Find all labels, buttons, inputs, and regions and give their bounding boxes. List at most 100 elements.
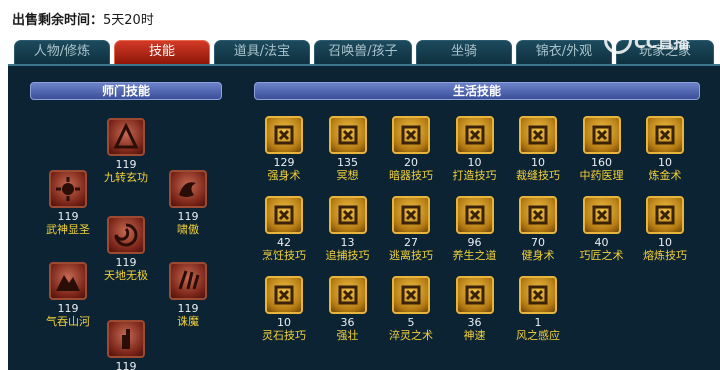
skill-level: 10 bbox=[658, 156, 672, 169]
herb-icon bbox=[582, 116, 621, 154]
skill-level: 36 bbox=[467, 316, 482, 329]
school-skill[interactable]: 119 bbox=[98, 320, 154, 370]
life-skill[interactable]: 96 养生之道 bbox=[447, 196, 503, 263]
skill-level: 36 bbox=[340, 316, 355, 329]
skill-level: 10 bbox=[531, 156, 545, 169]
life-skill[interactable]: 1 风之感应 bbox=[510, 276, 566, 343]
skill-level: 160 bbox=[591, 156, 612, 169]
skill-name: 武神显圣 bbox=[46, 223, 90, 236]
skill-name: 健身术 bbox=[521, 249, 555, 262]
skill-level: 119 bbox=[57, 210, 79, 223]
skill-name: 强壮 bbox=[336, 329, 359, 342]
swirl-icon bbox=[107, 216, 145, 254]
mountain-icon bbox=[49, 262, 87, 300]
skill-name: 熔炼技巧 bbox=[643, 249, 687, 262]
skill-name: 淬灵之术 bbox=[389, 329, 433, 342]
claw-icon bbox=[169, 262, 207, 300]
skill-level: 119 bbox=[57, 302, 79, 315]
life-skill[interactable]: 42 烹饪技巧 bbox=[256, 196, 312, 263]
dragon-icon bbox=[169, 170, 207, 208]
tab-items[interactable]: 道具/法宝 bbox=[214, 40, 310, 64]
chain-icon bbox=[328, 196, 367, 234]
life-skill[interactable]: 10 熔炼技巧 bbox=[637, 196, 693, 263]
pot-icon bbox=[265, 196, 303, 234]
skill-level: 1 bbox=[534, 316, 542, 329]
life-skill[interactable]: 70 健身术 bbox=[510, 196, 566, 263]
school-skill[interactable]: 119 啸傲 bbox=[160, 170, 216, 237]
skill-name: 风之感应 bbox=[516, 329, 560, 342]
scissors-icon bbox=[519, 116, 557, 154]
life-skill[interactable]: 36 强壮 bbox=[320, 276, 376, 343]
tab-pets[interactable]: 召唤兽/孩子 bbox=[314, 40, 412, 64]
tab-skills[interactable]: 技能 bbox=[114, 40, 210, 64]
skill-level: 96 bbox=[467, 236, 482, 249]
skill-level: 13 bbox=[340, 236, 355, 249]
meditate-icon bbox=[328, 116, 367, 154]
life-skill[interactable]: 10 裁缝技巧 bbox=[510, 116, 566, 183]
skill-level: 27 bbox=[404, 236, 418, 249]
strong-icon bbox=[328, 276, 367, 314]
school-skill[interactable]: 119 武神显圣 bbox=[40, 170, 96, 237]
skill-name: 养生之道 bbox=[452, 249, 497, 262]
school-skill[interactable]: 119 气吞山河 bbox=[40, 262, 96, 329]
school-skill[interactable]: 119 诛魔 bbox=[160, 262, 216, 329]
speed-icon bbox=[455, 276, 494, 314]
skill-level: 119 bbox=[177, 302, 199, 315]
life-skill[interactable]: 5 淬灵之术 bbox=[383, 276, 439, 343]
skill-level: 10 bbox=[467, 156, 482, 169]
skill-level: 119 bbox=[115, 158, 137, 171]
life-skill[interactable]: 129 强身术 bbox=[256, 116, 312, 183]
skill-name: 烹饪技巧 bbox=[262, 249, 306, 262]
skill-name: 九转玄功 bbox=[104, 171, 148, 184]
skill-level: 10 bbox=[277, 316, 291, 329]
sale-time-label: 出售剩余时间： bbox=[12, 13, 104, 28]
life-skill[interactable]: 135 冥想 bbox=[320, 116, 376, 183]
tab-appearance[interactable]: 锦衣/外观 bbox=[516, 40, 612, 64]
fitness-icon bbox=[519, 196, 557, 234]
life-skill[interactable]: 27 逃离技巧 bbox=[383, 196, 439, 263]
dart-icon bbox=[392, 116, 430, 154]
furnace-icon bbox=[646, 196, 684, 234]
life-skill[interactable]: 40 巧匠之术 bbox=[574, 196, 630, 263]
school-skill[interactable]: 119 天地无极 bbox=[98, 216, 154, 283]
skill-name: 强身术 bbox=[267, 169, 301, 182]
skill-name: 诛魔 bbox=[177, 315, 199, 328]
tab-mounts[interactable]: 坐骑 bbox=[416, 40, 512, 64]
life-skill[interactable]: 36 神速 bbox=[447, 276, 503, 343]
life-skills-header: 生活技能 bbox=[254, 82, 700, 100]
temple-icon bbox=[455, 196, 494, 234]
spiral-icon bbox=[107, 118, 145, 156]
alchemy-icon bbox=[646, 116, 684, 154]
life-skill[interactable]: 20 暗器技巧 bbox=[383, 116, 439, 183]
skill-name: 神速 bbox=[463, 329, 486, 342]
skill-name: 啸傲 bbox=[177, 223, 199, 236]
tab-character[interactable]: 人物/修炼 bbox=[14, 40, 110, 64]
skill-name: 冥想 bbox=[336, 169, 359, 182]
skill-name: 打造技巧 bbox=[452, 169, 497, 182]
life-skill[interactable]: 10 打造技巧 bbox=[447, 116, 503, 183]
skill-name: 追捕技巧 bbox=[325, 249, 370, 262]
school-skill[interactable]: 119 九转玄功 bbox=[98, 118, 154, 185]
skill-name: 暗器技巧 bbox=[389, 169, 433, 182]
skill-name: 中药医理 bbox=[579, 169, 624, 182]
skill-name: 逃离技巧 bbox=[389, 249, 433, 262]
skill-level: 5 bbox=[407, 316, 415, 329]
life-skill[interactable]: 10 炼金术 bbox=[637, 116, 693, 183]
skill-level: 40 bbox=[594, 236, 609, 249]
life-skill[interactable]: 13 追捕技巧 bbox=[320, 196, 376, 263]
skill-level: 119 bbox=[177, 210, 199, 223]
skill-name: 天地无极 bbox=[104, 269, 148, 282]
skill-name: 巧匠之术 bbox=[579, 249, 624, 262]
skills-panel: 师门技能 生活技能 119 九转玄功 119 武神显圣 119 啸傲 119 天地无极 119 气… bbox=[8, 64, 720, 370]
skill-name: 气吞山河 bbox=[46, 315, 90, 328]
skill-name: 灵石技巧 bbox=[262, 329, 306, 342]
watermark-text: CC直播 bbox=[634, 33, 690, 52]
muscle-icon bbox=[265, 116, 303, 154]
skill-level: 119 bbox=[115, 256, 137, 269]
workshop-icon bbox=[582, 196, 621, 234]
life-skill[interactable]: 160 中药医理 bbox=[574, 116, 630, 183]
life-skill[interactable]: 10 灵石技巧 bbox=[256, 276, 312, 343]
hammer-icon bbox=[455, 116, 494, 154]
skill-name: 炼金术 bbox=[648, 169, 682, 182]
skill-level: 135 bbox=[337, 156, 358, 169]
